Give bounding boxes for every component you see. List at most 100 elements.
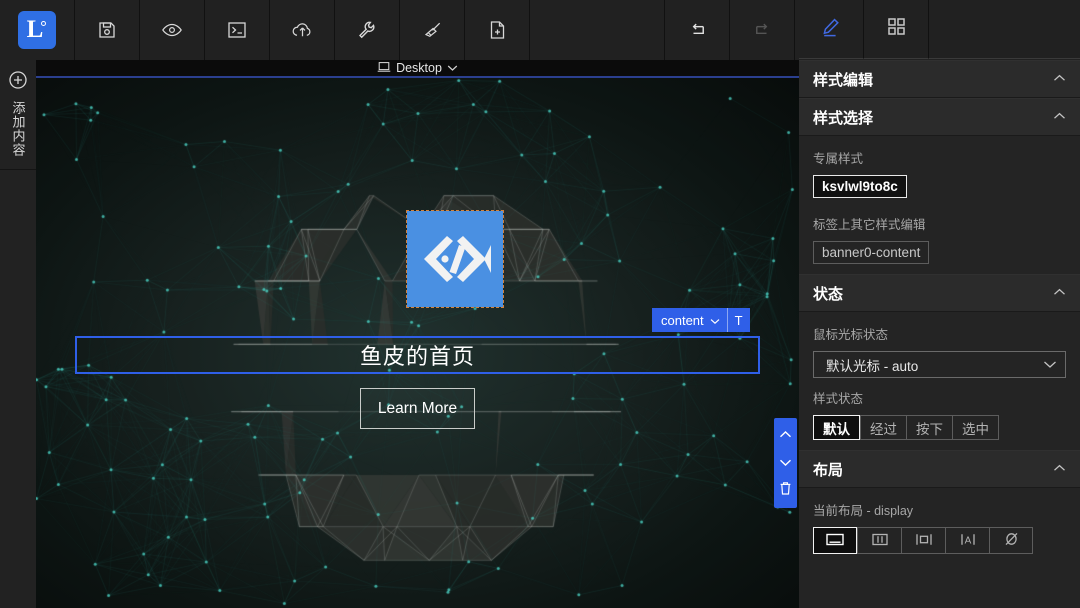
style-state-selected[interactable]: 选中 [952, 415, 999, 440]
canvas-area: Desktop [36, 60, 799, 608]
badge-name-dropdown[interactable]: content [652, 308, 727, 332]
style-state-segmented: 默认 经过 按下 选中 [813, 415, 1066, 440]
style-state-active[interactable]: 按下 [906, 415, 952, 440]
selection-outline [75, 336, 760, 374]
section-title-style-edit: 样式编辑 [813, 69, 873, 90]
broom-icon [422, 20, 443, 40]
top-toolbar-left-group: L [0, 0, 795, 60]
section-header-layout[interactable]: 布局 [799, 450, 1080, 488]
section-header-style-edit[interactable]: 样式编辑 [799, 60, 1080, 98]
own-style-chip[interactable]: ksvlwl9to8c [813, 175, 907, 198]
display-inline-icon: A [958, 532, 978, 550]
display-block-icon [825, 532, 845, 550]
app-root: L [0, 0, 1080, 608]
device-selector[interactable]: Desktop [36, 60, 799, 76]
save-icon [97, 20, 117, 40]
code-terminal-button[interactable] [205, 0, 270, 60]
display-label: 当前布局 - display [813, 500, 1066, 519]
chevron-up-icon [1053, 74, 1066, 85]
other-style-label: 标签上其它样式编辑 [813, 214, 1066, 233]
own-style-label: 专属样式 [813, 148, 1066, 167]
element-float-toolbar [774, 418, 797, 508]
display-inline-block-button[interactable] [901, 527, 945, 554]
terminal-icon [227, 21, 247, 39]
add-content-label: 添加内容 [10, 101, 27, 157]
right-tabs-filler [929, 0, 1080, 59]
display-flex-button[interactable] [857, 527, 901, 554]
preview-icon [161, 20, 183, 40]
wrench-icon [357, 20, 377, 40]
toolbar-spacer [530, 0, 665, 60]
new-page-button[interactable] [465, 0, 530, 60]
display-segmented: A [813, 527, 1066, 554]
app-logo-button[interactable]: L [0, 0, 75, 60]
add-content-button[interactable]: 添加内容 [0, 60, 36, 170]
banner-content: 鱼皮的首页 Learn More content [36, 78, 799, 608]
top-toolbar: L [0, 0, 1080, 60]
tab-style-edit[interactable] [799, 0, 864, 59]
save-button[interactable] [75, 0, 140, 60]
device-label: Desktop [396, 61, 442, 75]
clean-button[interactable] [400, 0, 465, 60]
style-panel: 样式编辑 样式选择 专属样式 ksvlwl9to8c 标签上其它样式编辑 ban… [799, 60, 1080, 608]
section-body-state: 鼠标光标状态 默认光标 - auto 样式状态 默认 经过 按下 选中 [799, 312, 1080, 450]
plus-circle-icon [8, 70, 28, 95]
learn-more-button[interactable]: Learn More [360, 388, 475, 429]
canvas-viewport[interactable]: 鱼皮的首页 Learn More content [36, 76, 799, 608]
cursor-state-value: 默认光标 - auto [826, 355, 918, 375]
app-logo-letter: L [27, 17, 44, 42]
fish-code-logo-icon [418, 233, 492, 285]
chevron-down-icon [779, 454, 792, 472]
learn-more-label: Learn More [378, 400, 457, 418]
display-none-icon [1003, 531, 1020, 550]
pencil-icon [820, 16, 842, 43]
undo-icon [687, 20, 708, 40]
section-body-style-select: 专属样式 ksvlwl9to8c 标签上其它样式编辑 banner0-conte… [799, 136, 1080, 274]
laptop-icon [377, 61, 391, 76]
display-inline-button[interactable]: A [945, 527, 989, 554]
banner-logo[interactable] [407, 211, 503, 307]
cursor-state-select[interactable]: 默认光标 - auto [813, 351, 1066, 378]
chevron-up-icon [1053, 288, 1066, 299]
other-style-chip[interactable]: banner0-content [813, 241, 929, 264]
chevron-down-icon [710, 313, 720, 328]
redo-button[interactable] [730, 0, 795, 60]
preview-button[interactable] [140, 0, 205, 60]
chevron-down-icon [1043, 357, 1057, 372]
display-none-button[interactable] [989, 527, 1033, 554]
chevron-down-icon [447, 61, 458, 75]
grid-icon [887, 17, 906, 41]
right-panel-tabs [799, 0, 1080, 60]
style-state-default[interactable]: 默认 [813, 415, 860, 440]
chevron-up-icon [1053, 464, 1066, 475]
delete-button[interactable] [774, 478, 797, 504]
tools-button[interactable] [335, 0, 400, 60]
display-inline-block-icon [914, 532, 934, 550]
new-page-icon [488, 20, 507, 40]
tab-components[interactable] [864, 0, 929, 59]
publish-cloud-icon [291, 20, 314, 40]
cursor-state-label: 鼠标光标状态 [813, 324, 1066, 343]
section-body-layout: 当前布局 - display [799, 488, 1080, 564]
app-logo-dot [41, 21, 46, 26]
redo-icon [752, 20, 773, 40]
left-rail: 添加内容 [0, 60, 36, 608]
undo-button[interactable] [665, 0, 730, 60]
section-title-state: 状态 [813, 283, 843, 304]
badge-text-button[interactable]: T [728, 308, 750, 332]
svg-text:A: A [964, 535, 971, 546]
publish-button[interactable] [270, 0, 335, 60]
display-block-button[interactable] [813, 527, 857, 554]
selected-element-badge: content T [652, 308, 750, 332]
section-header-style-select[interactable]: 样式选择 [799, 98, 1080, 136]
style-state-hover[interactable]: 经过 [860, 415, 906, 440]
banner-section[interactable]: 鱼皮的首页 Learn More content [36, 78, 799, 608]
badge-label: content [661, 313, 704, 328]
trash-icon [779, 481, 792, 501]
move-down-button[interactable] [774, 450, 797, 476]
move-up-button[interactable] [774, 422, 797, 448]
chevron-up-icon [1053, 112, 1066, 123]
section-header-state[interactable]: 状态 [799, 274, 1080, 312]
section-title-layout: 布局 [813, 459, 843, 480]
app-logo: L [18, 11, 56, 49]
